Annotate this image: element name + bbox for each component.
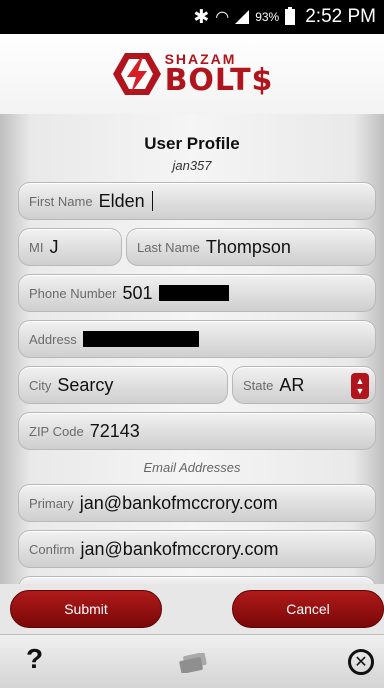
zip-field[interactable]: ZIP Code 72143 [18, 412, 376, 450]
confirm-email-label: Confirm [29, 541, 75, 557]
state-spinner-icon[interactable]: ▲ ▼ [351, 373, 369, 399]
confirm-email-field[interactable]: Confirm jan@bankofmccrory.com [18, 530, 376, 568]
next-field-partial[interactable] [18, 576, 376, 584]
bolt-logo-icon [112, 53, 161, 95]
address-label: Address [29, 331, 77, 347]
last-name-value: Thompson [205, 236, 291, 257]
signal-icon [235, 10, 250, 24]
logo-text-bottom: BOLT$ [164, 63, 274, 98]
action-bar: Submit Cancel [0, 584, 384, 634]
email-section-label: Email Addresses [143, 460, 241, 475]
submit-button[interactable]: Submit [10, 590, 162, 628]
state-value: AR [279, 374, 305, 395]
mi-value: J [49, 236, 59, 257]
card-icon[interactable] [178, 653, 208, 673]
mi-field[interactable]: MI J [18, 228, 122, 266]
battery-icon [285, 7, 296, 25]
phone-value: 501 [122, 282, 153, 303]
wifi-icon: ◠ [215, 9, 230, 26]
text-cursor [151, 191, 153, 211]
last-name-field[interactable]: Last Name Thompson [126, 228, 376, 266]
first-name-label: First Name [29, 193, 93, 209]
phone-label: Phone Number [29, 285, 117, 301]
bottom-toolbar: ? ✕ [0, 634, 384, 688]
app-logo: SHAZAM BOLT$ [111, 51, 274, 97]
last-name-label: Last Name [137, 239, 200, 255]
primary-email-label: Primary [29, 495, 74, 511]
app-header: SHAZAM BOLT$ [0, 34, 384, 114]
first-name-field[interactable]: First Name Elden [18, 182, 376, 220]
confirm-email-value: jan@bankofmccrory.com [80, 538, 279, 559]
first-name-value: Elden [98, 190, 145, 211]
clock: 2:52 PM [305, 6, 376, 27]
phone-field[interactable]: Phone Number 501 [18, 274, 376, 312]
bluetooth-icon: ✱ [193, 6, 210, 28]
mi-label: MI [29, 239, 44, 255]
redacted-block [158, 285, 229, 301]
city-label: City [29, 377, 52, 393]
city-value: Searcy [57, 374, 114, 395]
address-field[interactable]: Address [18, 320, 376, 358]
redacted-block [82, 331, 199, 347]
status-bar: ✱ ◠ 93% 2:52 PM [0, 0, 384, 34]
primary-email-field[interactable]: Primary jan@bankofmccrory.com [18, 484, 376, 522]
battery-percent: 93% [255, 10, 280, 24]
zip-label: ZIP Code [29, 423, 84, 439]
username: jan357 [172, 158, 212, 173]
profile-form: User Profile jan357 First Name Elden MI … [0, 114, 384, 584]
city-field[interactable]: City Searcy [18, 366, 228, 404]
page-title: User Profile [144, 134, 240, 153]
primary-email-value: jan@bankofmccrory.com [79, 492, 278, 513]
zip-value: 72143 [89, 420, 140, 441]
cancel-button[interactable]: Cancel [232, 590, 384, 628]
state-label: State [243, 377, 274, 393]
help-icon[interactable]: ? [26, 643, 43, 675]
close-icon[interactable]: ✕ [348, 649, 374, 675]
state-select[interactable]: State AR ▲ ▼ [232, 366, 376, 404]
